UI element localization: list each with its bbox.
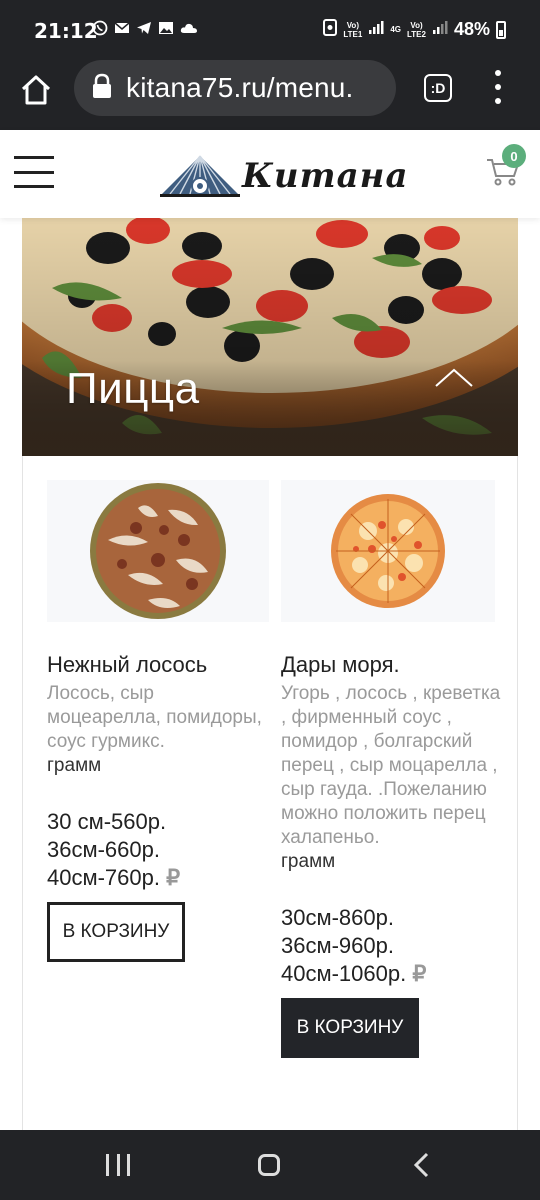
product-prices: 30 см-560р. 36см-660р. 40см-760р. ₽ bbox=[47, 808, 269, 892]
ruble-icon: ₽ bbox=[166, 865, 181, 890]
product-card: Дары моря. Угорь , лосось , креветка , ф… bbox=[281, 456, 503, 1058]
add-to-cart-button[interactable]: В КОРЗИНУ bbox=[47, 902, 185, 962]
system-nav-bar bbox=[0, 1130, 540, 1200]
signal-icon bbox=[432, 19, 448, 40]
nav-home-icon[interactable] bbox=[258, 1154, 280, 1176]
url-text[interactable]: kitana75.ru/menu. bbox=[126, 72, 354, 104]
price-value: 40см-760р. bbox=[47, 865, 160, 890]
product-prices: 30см-860р. 36см-960р. 40см-1060р. ₽ bbox=[281, 904, 503, 988]
hamburger-icon[interactable] bbox=[14, 156, 54, 188]
recents-icon[interactable] bbox=[106, 1154, 130, 1176]
product-description: Лосось, сыр моцеарелла, помидоры, соус г… bbox=[47, 683, 262, 752]
notification-icons bbox=[92, 20, 197, 36]
ruble-icon: ₽ bbox=[412, 961, 427, 986]
cloud-icon bbox=[180, 20, 197, 36]
status-indicators: Vo) LTE1 4G Vo) LTE2 48% bbox=[323, 18, 506, 41]
network-type: 4G bbox=[390, 25, 401, 34]
logo-fan-icon bbox=[160, 155, 240, 197]
signal-icon bbox=[368, 19, 384, 40]
product-card: Нежный лосось Лосось, сыр моцеарелла, по… bbox=[47, 456, 269, 962]
address-bar[interactable]: kitana75.ru/menu. bbox=[74, 60, 396, 116]
price-line: 40см-1060р. ₽ bbox=[281, 960, 503, 988]
viber-icon bbox=[92, 20, 108, 36]
mail-icon bbox=[114, 20, 130, 36]
battery-icon bbox=[496, 20, 506, 39]
category-banner[interactable]: Пицца bbox=[22, 218, 518, 456]
price-line: 36см-960р. bbox=[281, 933, 394, 958]
price-line: 30см-860р. bbox=[281, 905, 394, 930]
home-icon[interactable] bbox=[18, 72, 54, 108]
site-logo[interactable]: Китана bbox=[160, 150, 407, 200]
sim2-label: Vo) LTE2 bbox=[407, 20, 426, 39]
price-line: 36см-660р. bbox=[47, 837, 160, 862]
browser-toolbar: kitana75.ru/menu. :D bbox=[0, 60, 540, 130]
nfc-icon bbox=[323, 18, 338, 41]
logo-text: Китана bbox=[242, 156, 409, 196]
category-title: Пицца bbox=[66, 364, 200, 413]
status-time: 21:12 bbox=[34, 19, 98, 43]
product-weight: грамм bbox=[47, 755, 102, 776]
more-vert-icon[interactable] bbox=[492, 70, 504, 104]
price-line: 40см-760р. ₽ bbox=[47, 864, 269, 892]
price-value: 40см-1060р. bbox=[281, 961, 407, 986]
product-description: Угорь , лосось , креветка , фирменный со… bbox=[281, 683, 501, 848]
cart-count-badge: 0 bbox=[502, 144, 526, 168]
add-to-cart-button[interactable]: В КОРЗИНУ bbox=[281, 998, 419, 1058]
product-image[interactable] bbox=[47, 480, 269, 622]
battery-percent: 48% bbox=[453, 19, 490, 39]
site-header: Китана 0 bbox=[0, 130, 540, 218]
status-bar: 21:12 Vo) LTE1 4G Vo) LTE2 48% bbox=[0, 0, 540, 60]
product-image[interactable] bbox=[281, 480, 495, 622]
gallery-icon bbox=[158, 20, 174, 36]
lock-icon bbox=[92, 73, 116, 103]
tab-switcher-icon[interactable]: :D bbox=[424, 74, 452, 102]
price-line: 30 см-560р. bbox=[47, 809, 167, 834]
product-grid: Нежный лосось Лосось, сыр моцеарелла, по… bbox=[22, 456, 518, 1136]
back-icon[interactable] bbox=[412, 1152, 432, 1178]
pizza-banner-image bbox=[22, 218, 518, 456]
chevron-up-icon[interactable] bbox=[434, 366, 474, 390]
product-name[interactable]: Нежный лосось bbox=[47, 652, 269, 678]
product-name[interactable]: Дары моря. bbox=[281, 652, 503, 678]
telegram-icon bbox=[136, 20, 152, 36]
product-weight: грамм bbox=[281, 851, 336, 872]
sim1-label: Vo) LTE1 bbox=[343, 20, 363, 39]
